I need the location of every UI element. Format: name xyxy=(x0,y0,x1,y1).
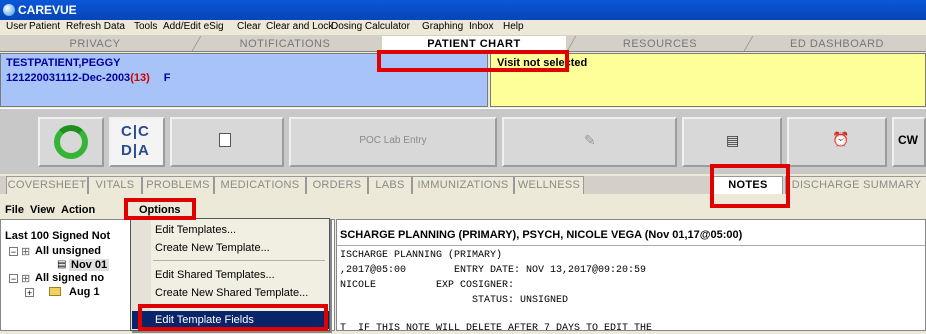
tab-privacy[interactable]: PRIVACY xyxy=(20,36,170,52)
menu-inbox[interactable]: Inbox xyxy=(469,21,493,32)
tab-coversheet[interactable]: COVERSHEET xyxy=(6,176,88,194)
highlight-box xyxy=(377,50,569,72)
tab-labs[interactable]: LABS xyxy=(368,176,412,194)
note-icon: ▤ xyxy=(57,259,67,270)
menu-edit-templates[interactable]: Edit Templates... xyxy=(155,224,236,236)
tree-item-nov-01[interactable]: Nov 01 xyxy=(69,259,110,271)
menu-help[interactable]: Help xyxy=(503,21,524,32)
menu-dosing-calculator[interactable]: Dosing Calculator xyxy=(331,21,410,32)
highlight-box xyxy=(710,164,790,208)
title-bar: CAREVUE xyxy=(0,0,926,20)
patient-age: (13) xyxy=(130,72,150,84)
patient-id-dob: 121220031112-Dec-2003(13) F xyxy=(6,72,171,84)
note-header: SCHARGE PLANNING (PRIMARY), PSYCH, NICOL… xyxy=(340,229,743,241)
tab-ed-dashboard[interactable]: ED DASHBOARD xyxy=(752,36,922,52)
note-divider xyxy=(337,245,925,246)
note-line: STATUS: UNSIGNED xyxy=(340,295,569,306)
folder-tree-icon: ⊞ xyxy=(21,273,31,285)
notes-menu-view[interactable]: View xyxy=(30,204,55,216)
note-line: T IF THIS NOTE WILL DELETE AFTER 7 DAYS … xyxy=(340,323,653,334)
expand-icon[interactable]: + xyxy=(25,288,34,298)
tab-wellness[interactable]: WELLNESS xyxy=(514,176,584,194)
tab-medications[interactable]: MEDICATIONS xyxy=(214,176,306,194)
folder-tree-icon: ⊞ xyxy=(21,246,31,258)
poc-lab-entry-button[interactable]: POC Lab Entry xyxy=(289,117,497,167)
edit-notes-button[interactable]: ▤ xyxy=(682,117,782,167)
tab-immunizations[interactable]: IMMUNIZATIONS xyxy=(412,176,514,194)
note-line: NICOLE EXP COSIGNER: xyxy=(340,280,515,291)
menu-clear[interactable]: Clear xyxy=(237,21,261,32)
tree-item-all-unsigned[interactable]: All unsigned xyxy=(35,245,101,257)
refresh-icon xyxy=(54,125,88,159)
tab-problems[interactable]: PROBLEMS xyxy=(142,176,214,194)
signature-icon: ✎ xyxy=(584,132,596,148)
menu-create-new-shared-template[interactable]: Create New Shared Template... xyxy=(155,287,308,299)
tree-item-aug[interactable]: Aug 1 xyxy=(69,286,100,298)
alarm-clock-icon: ⏰ xyxy=(832,131,850,147)
menubar: User Patient Refresh Data Tools Add/Edit… xyxy=(0,20,926,35)
tab-notifications[interactable]: NOTIFICATIONS xyxy=(200,36,370,52)
da-label: D|A xyxy=(121,142,150,159)
patient-name: TESTPATIENT,PEGGY xyxy=(6,57,121,69)
app-title: CAREVUE xyxy=(18,3,77,17)
esig-button[interactable]: ✎ xyxy=(502,117,677,167)
note-view-pane[interactable]: SCHARGE PLANNING (PRIMARY), PSYCH, NICOL… xyxy=(336,219,926,334)
patient-sex: F xyxy=(163,72,171,84)
menu-graphing[interactable]: Graphing xyxy=(422,21,463,32)
tab-vitals[interactable]: VITALS xyxy=(88,176,142,194)
menu-refresh-data[interactable]: Refresh Data xyxy=(66,21,125,32)
cc-label: C|C xyxy=(121,123,150,140)
menu-create-new-template[interactable]: Create New Template... xyxy=(155,242,270,254)
note-line: ISCHARGE PLANNING (PRIMARY) xyxy=(340,250,503,261)
menu-clear-and-lock[interactable]: Clear and Lock xyxy=(266,21,333,32)
notes-menu-action[interactable]: Action xyxy=(61,204,95,216)
menu-patient[interactable]: Patient xyxy=(29,21,60,32)
note-line: ,2017@05:00 ENTRY DATE: NOV 13,2017@09:2… xyxy=(340,265,647,276)
alarm-button[interactable]: ⏰ xyxy=(787,117,887,167)
highlight-box xyxy=(124,198,196,220)
document-search-icon xyxy=(219,133,231,147)
refresh-button[interactable] xyxy=(38,117,104,167)
cc-da-button[interactable]: C|C D|A xyxy=(109,117,165,167)
app-icon xyxy=(3,4,15,16)
folder-icon xyxy=(49,287,61,296)
tab-discharge-summary[interactable]: DISCHARGE SUMMARY xyxy=(785,176,926,194)
menu-tools[interactable]: Tools xyxy=(134,21,157,32)
tree-header: Last 100 Signed Not xyxy=(5,230,111,242)
menu-edit-shared-templates[interactable]: Edit Shared Templates... xyxy=(155,269,275,281)
tree-item-all-signed[interactable]: All signed no xyxy=(35,272,104,284)
cw-label: CW xyxy=(898,133,918,147)
edit-document-icon: ▤ xyxy=(726,132,740,148)
menu-add-edit-esig[interactable]: Add/Edit eSig xyxy=(163,21,224,32)
tab-orders[interactable]: ORDERS xyxy=(306,176,368,194)
notes-menu-file[interactable]: File xyxy=(5,204,24,216)
collapse-icon[interactable]: − xyxy=(9,247,18,257)
cw-button[interactable]: CW xyxy=(892,117,926,167)
highlight-box xyxy=(138,304,328,331)
lookup-button[interactable] xyxy=(170,117,284,167)
poc-lab-entry-label: POC Lab Entry xyxy=(359,135,427,146)
menu-user[interactable]: User xyxy=(6,21,27,32)
collapse-icon[interactable]: − xyxy=(9,274,18,284)
tab-resources[interactable]: RESOURCES xyxy=(575,36,745,52)
